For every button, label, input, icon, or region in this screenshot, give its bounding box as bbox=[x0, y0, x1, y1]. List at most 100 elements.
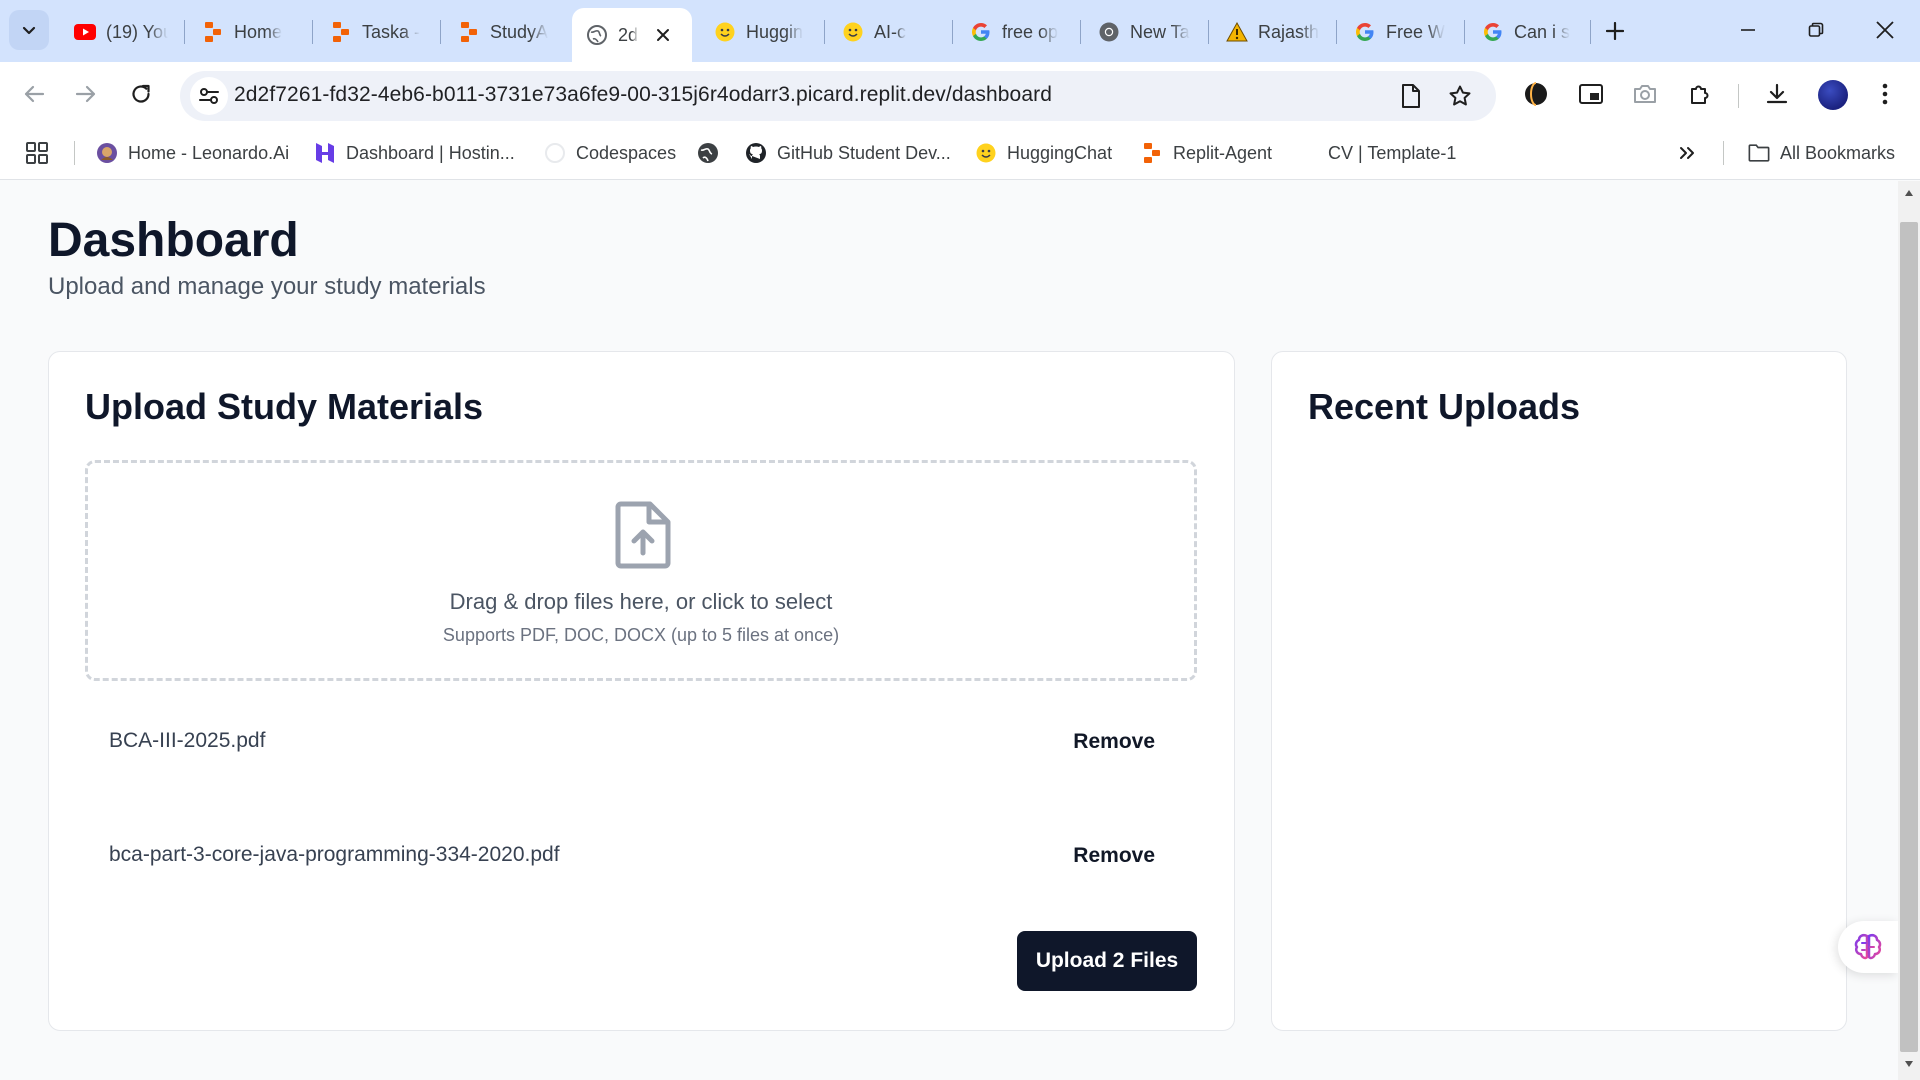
tab-title: Can i s bbox=[1514, 21, 1571, 42]
assistant-launcher-button[interactable] bbox=[1838, 921, 1898, 973]
scrollbar-thumb[interactable] bbox=[1900, 222, 1918, 1052]
recent-uploads-card: Recent Uploads bbox=[1271, 351, 1847, 1031]
tab-can-i[interactable]: Can i s bbox=[1468, 10, 1588, 54]
tab-free-w[interactable]: Free W bbox=[1340, 10, 1460, 54]
globe-icon bbox=[697, 142, 719, 164]
bookmark-github[interactable]: GitHub Student Dev... bbox=[745, 137, 951, 169]
page-title: Dashboard bbox=[48, 214, 299, 267]
bookmark-leonardo[interactable]: Home - Leonardo.Ai bbox=[96, 137, 289, 169]
page-info-button[interactable] bbox=[1396, 81, 1426, 111]
bookmark-star-button[interactable] bbox=[1445, 81, 1475, 111]
page-subtitle: Upload and manage your study materials bbox=[48, 273, 486, 300]
bookmark-huggingchat[interactable]: HuggingChat bbox=[975, 137, 1112, 169]
site-info-button[interactable] bbox=[190, 77, 228, 115]
tune-icon bbox=[199, 88, 219, 104]
picture-in-picture-button[interactable] bbox=[1567, 70, 1615, 118]
address-bar[interactable]: 2d2f7261-fd32-4eb6-b011-3731e73a6fe9-00-… bbox=[180, 71, 1496, 121]
warning-icon bbox=[1226, 21, 1248, 43]
new-tab-button[interactable] bbox=[1598, 14, 1632, 48]
more-vertical-icon bbox=[1882, 83, 1888, 105]
tab-divider bbox=[1208, 20, 1209, 44]
github-icon bbox=[745, 142, 767, 164]
tab-title: New Ta bbox=[1130, 21, 1190, 42]
bookmark-globe[interactable] bbox=[697, 137, 719, 169]
dropzone-instructions: Drag & drop files here, or click to sele… bbox=[449, 589, 833, 614]
restore-button[interactable] bbox=[1786, 8, 1846, 52]
extension-button[interactable] bbox=[1512, 70, 1560, 118]
tab-divider bbox=[1336, 20, 1337, 44]
extensions-button[interactable] bbox=[1676, 70, 1724, 118]
minimize-button[interactable] bbox=[1718, 8, 1778, 52]
hostinger-icon bbox=[314, 142, 336, 164]
close-tab-button[interactable] bbox=[652, 24, 674, 46]
tab-dashboard-active[interactable]: 2d bbox=[572, 8, 692, 62]
menu-button[interactable] bbox=[1861, 70, 1909, 118]
tab-new-tab[interactable]: New Ta bbox=[1084, 10, 1204, 54]
tab-divider bbox=[312, 20, 313, 44]
tab-divider bbox=[1590, 20, 1591, 44]
picture-in-picture-icon bbox=[1579, 84, 1603, 104]
bookmark-label: HuggingChat bbox=[1007, 142, 1113, 163]
bookmark-cv-template[interactable]: CV | Template-1 bbox=[1328, 137, 1456, 169]
tab-youtube[interactable]: (19) You bbox=[60, 10, 180, 54]
tab-title: Free W bbox=[1386, 21, 1446, 42]
bookmark-codespaces[interactable]: Codespaces bbox=[544, 137, 676, 169]
all-bookmarks-button[interactable]: All Bookmarks bbox=[1748, 137, 1895, 169]
hugging-face-icon bbox=[842, 21, 864, 43]
scroll-up-button[interactable] bbox=[1898, 184, 1920, 202]
tab-title: Taska - bbox=[362, 21, 421, 42]
url-host: 2d2f7261-fd32-4eb6-b011-3731e73a6fe9-00-… bbox=[234, 83, 946, 106]
url-text[interactable]: 2d2f7261-fd32-4eb6-b011-3731e73a6fe9-00-… bbox=[234, 83, 1052, 107]
tab-hugging[interactable]: Huggin bbox=[700, 10, 820, 54]
download-icon bbox=[1766, 83, 1788, 104]
bookmark-hostinger[interactable]: Dashboard | Hostin... bbox=[314, 137, 515, 169]
tab-studya[interactable]: StudyA bbox=[444, 10, 564, 54]
back-button[interactable] bbox=[10, 70, 58, 118]
chevron-down-icon bbox=[22, 26, 36, 35]
tab-rajasthan[interactable]: Rajasth bbox=[1212, 10, 1332, 54]
tab-title: Home bbox=[234, 21, 283, 42]
more-bookmarks-button[interactable] bbox=[1678, 137, 1696, 169]
bookmark-divider bbox=[74, 141, 75, 165]
google-icon bbox=[1482, 21, 1504, 43]
upload-files-button[interactable]: Upload 2 Files bbox=[1017, 931, 1197, 991]
bookmark-label: CV | Template-1 bbox=[1328, 142, 1457, 163]
file-dropzone[interactable]: Drag & drop files here, or click to sele… bbox=[85, 460, 1197, 681]
downloads-button[interactable] bbox=[1753, 70, 1801, 118]
hugging-face-icon bbox=[975, 142, 997, 164]
bookmark-replit-agent[interactable]: Replit-Agent bbox=[1141, 137, 1272, 169]
tab-ai[interactable]: AI-c bbox=[828, 10, 948, 54]
chrome-icon bbox=[1098, 21, 1120, 43]
forward-button[interactable] bbox=[62, 70, 110, 118]
minimize-icon bbox=[1741, 29, 1755, 31]
puzzle-icon bbox=[1691, 85, 1709, 104]
close-window-button[interactable] bbox=[1855, 8, 1915, 52]
upload-card: Upload Study Materials Drag & drop files… bbox=[48, 351, 1235, 1031]
all-bookmarks-label: All Bookmarks bbox=[1780, 142, 1896, 163]
arrow-right-icon bbox=[75, 85, 96, 103]
tab-divider bbox=[1080, 20, 1081, 44]
remove-file-button[interactable]: Remove bbox=[1067, 839, 1161, 873]
tab-title: free op bbox=[1002, 21, 1059, 42]
tab-google-free[interactable]: free op bbox=[956, 10, 1076, 54]
scroll-down-button[interactable] bbox=[1898, 1055, 1920, 1073]
apps-button[interactable] bbox=[26, 137, 48, 169]
profile-avatar[interactable] bbox=[1818, 80, 1848, 110]
tab-taska[interactable]: Taska - bbox=[316, 10, 436, 54]
youtube-icon bbox=[74, 21, 96, 43]
screenshot-button[interactable] bbox=[1621, 70, 1669, 118]
bookmark-label: Dashboard | Hostin... bbox=[346, 142, 515, 163]
codespaces-icon bbox=[544, 142, 566, 164]
remove-file-button[interactable]: Remove bbox=[1067, 725, 1161, 759]
reload-button[interactable] bbox=[117, 70, 165, 118]
file-upload-icon bbox=[615, 501, 671, 569]
tab-home[interactable]: Home bbox=[188, 10, 308, 54]
bookmarks-bar: Home - Leonardo.Ai Dashboard | Hostin...… bbox=[0, 127, 1920, 180]
tab-divider bbox=[184, 20, 185, 44]
bookmark-label: Codespaces bbox=[576, 142, 677, 163]
page-content: Dashboard Upload and manage your study m… bbox=[0, 181, 1898, 1080]
globe-icon bbox=[586, 24, 608, 46]
file-name: bca-part-3-core-java-programming-334-202… bbox=[109, 843, 560, 866]
tab-search-button[interactable] bbox=[9, 10, 49, 50]
tab-divider bbox=[824, 20, 825, 44]
